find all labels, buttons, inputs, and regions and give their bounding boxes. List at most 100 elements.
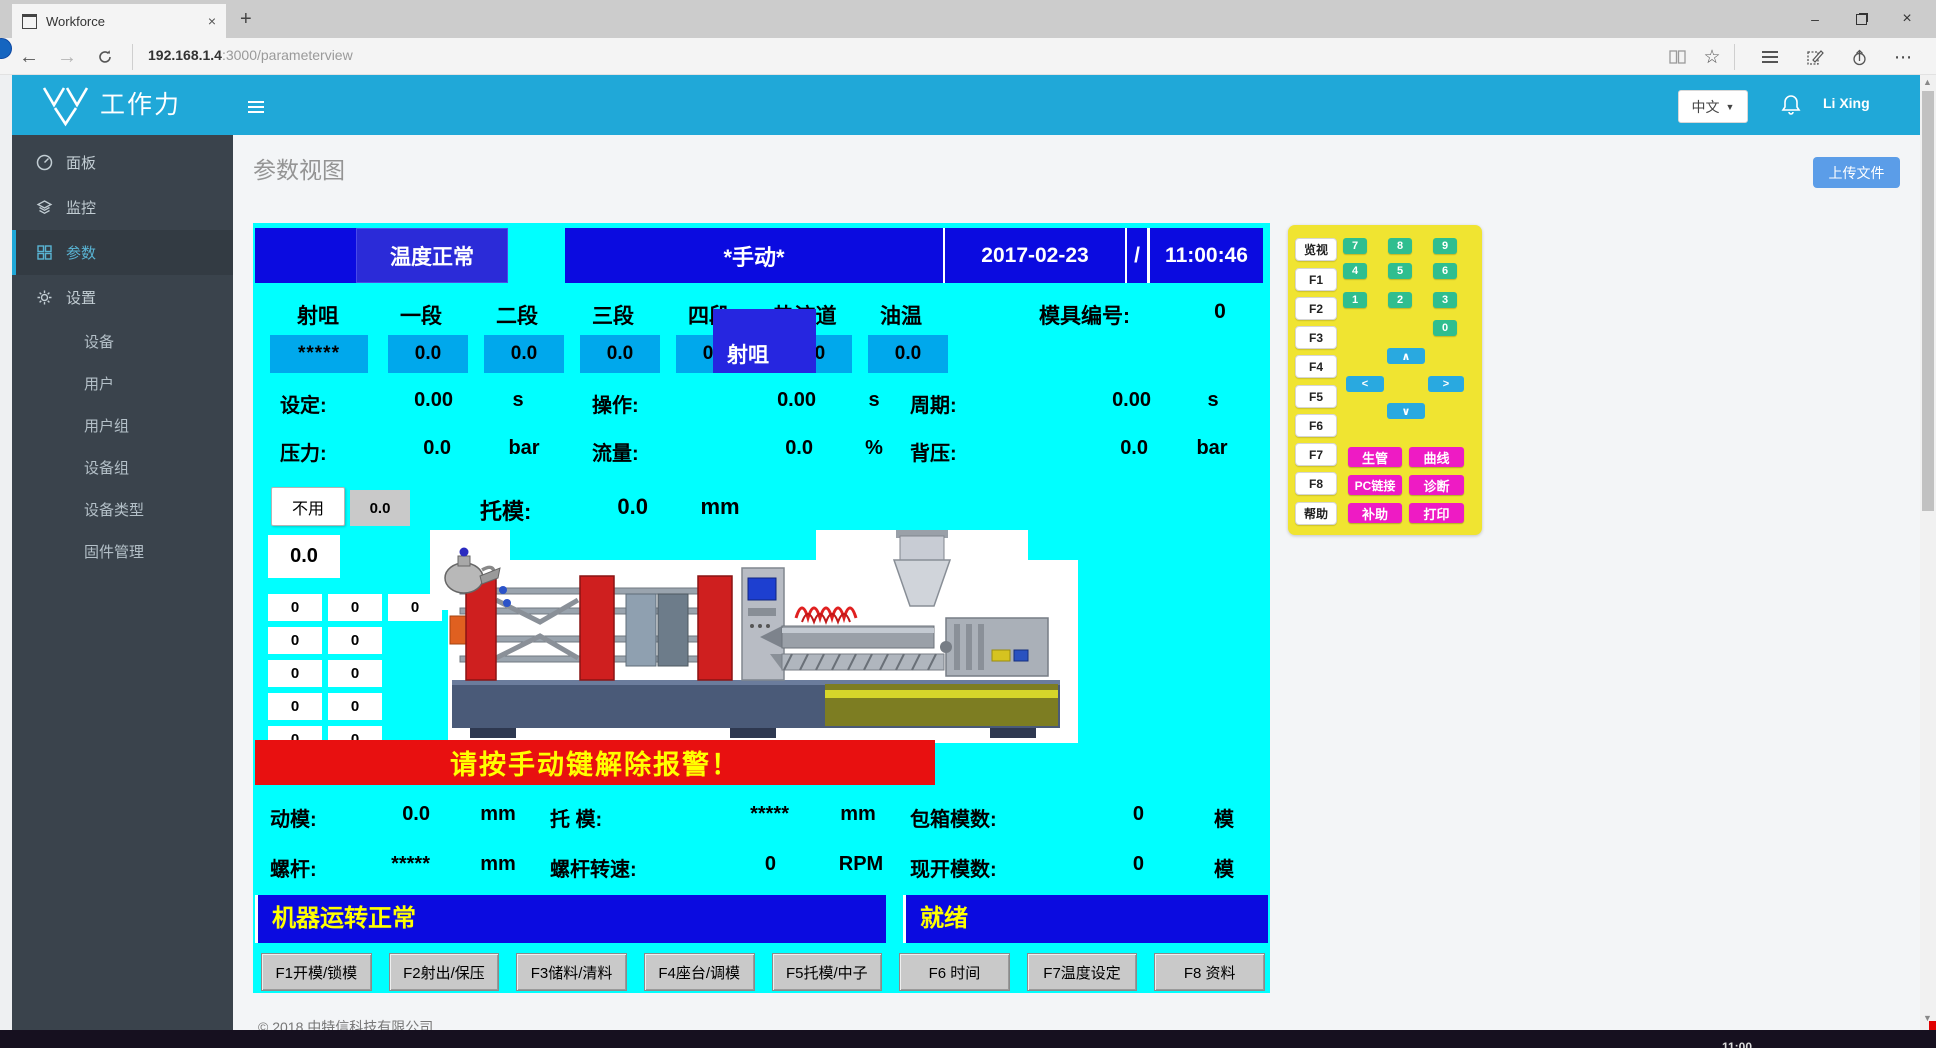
window-restore-button[interactable] <box>1838 0 1884 38</box>
keypad-f8-key[interactable]: F8 <box>1295 472 1337 495</box>
sidebar-item-users[interactable]: 用户 <box>12 362 233 404</box>
numpad-8-key[interactable]: 8 <box>1388 238 1412 254</box>
grid-cell[interactable]: 0 <box>328 594 382 621</box>
temp-value-cell[interactable]: 0.0 <box>868 335 948 373</box>
arrow-down-key[interactable]: ∨ <box>1387 403 1425 419</box>
diagnosis-key[interactable]: 诊断 <box>1409 475 1464 495</box>
ejector2-unit: mm <box>823 803 893 826</box>
sidebar-item-dashboard[interactable]: 面板 <box>12 140 233 185</box>
keypad-f5-key[interactable]: F5 <box>1295 385 1337 408</box>
screen: Workforce × + – × ← → 192.168.1.4:3000/p… <box>0 0 1936 1048</box>
arrow-right-key[interactable]: > <box>1428 376 1464 392</box>
print-key[interactable]: 打印 <box>1409 503 1464 523</box>
keypad-help-key[interactable]: 帮助 <box>1295 502 1337 525</box>
value-cell-large[interactable]: 0.0 <box>268 535 340 578</box>
fkey-f4-button[interactable]: F4座台/调模 <box>644 953 755 991</box>
tab-close-icon[interactable]: × <box>208 13 216 29</box>
temp-value-cell[interactable]: 0.0 <box>388 335 468 373</box>
fkey-f7-button[interactable]: F7温度设定 <box>1027 953 1138 991</box>
cell-value: 0 <box>351 665 359 682</box>
arrow-up-key[interactable]: ∧ <box>1387 348 1425 364</box>
numpad-3-key[interactable]: 3 <box>1433 292 1457 308</box>
forward-button-icon[interactable]: → <box>52 42 82 72</box>
keypad-f3-key[interactable]: F3 <box>1295 326 1337 349</box>
chevron-left-icon: < <box>1362 378 1368 390</box>
numpad-5-key[interactable]: 5 <box>1388 263 1412 279</box>
numpad-0-key[interactable]: 0 <box>1433 320 1457 336</box>
grid-cell[interactable]: 0 <box>388 594 442 621</box>
pressure-unit: bar <box>493 437 555 460</box>
scrollbar-up-icon[interactable]: ▲ <box>1923 77 1932 87</box>
grid-cell[interactable]: 0 <box>328 693 382 720</box>
share-icon[interactable] <box>1844 42 1874 72</box>
sidebar-item-settings[interactable]: 设置 <box>12 275 233 320</box>
numpad-9-key[interactable]: 9 <box>1433 238 1457 254</box>
window-minimize-button[interactable]: – <box>1792 0 1838 38</box>
sidebar-item-parameters[interactable]: 参数 <box>12 230 237 275</box>
keypad-f4-key[interactable]: F4 <box>1295 355 1337 378</box>
new-tab-button[interactable]: + <box>240 8 252 31</box>
sidebar-item-user-groups[interactable]: 用户组 <box>12 404 233 446</box>
numpad-4-key[interactable]: 4 <box>1343 263 1367 279</box>
keypad-f7-key[interactable]: F7 <box>1295 443 1337 466</box>
temperature-status[interactable]: 温度正常 <box>356 228 508 283</box>
back-button-icon[interactable]: ← <box>14 42 44 72</box>
pc-link-key[interactable]: PC链接 <box>1348 475 1402 495</box>
fkey-f1-button[interactable]: F1开模/锁模 <box>261 953 372 991</box>
refresh-button-icon[interactable] <box>90 42 120 72</box>
fkey-f5-button[interactable]: F5托模/中子 <box>772 953 883 991</box>
temp-value-cell[interactable]: 0.0 <box>484 335 564 373</box>
language-dropdown[interactable]: 中文▼ <box>1678 90 1748 123</box>
numpad-1-key[interactable]: 1 <box>1343 292 1367 308</box>
box-count-unit: 模 <box>1189 803 1259 832</box>
grid-cell[interactable]: 0 <box>328 660 382 687</box>
subsidy-key[interactable]: 补助 <box>1348 503 1402 523</box>
box-count-value: 0 <box>1053 803 1144 826</box>
taskbar[interactable]: 11:00 <box>0 1030 1936 1048</box>
numpad-2-key[interactable]: 2 <box>1388 292 1412 308</box>
arrow-left-key[interactable]: < <box>1346 376 1384 392</box>
grid-cell[interactable]: 0 <box>268 693 322 720</box>
temp-value-cell[interactable]: 0.0 <box>580 335 660 373</box>
sidebar-item-device-types[interactable]: 设备类型 <box>12 488 233 530</box>
production-key[interactable]: 生管 <box>1348 447 1402 467</box>
fkey-f6-button[interactable]: F6 时间 <box>899 953 1010 991</box>
sidebar-item-devices[interactable]: 设备 <box>12 320 233 362</box>
upload-file-button[interactable]: 上传文件 <box>1813 157 1900 188</box>
hub-icon[interactable] <box>1755 42 1785 72</box>
grid-cell[interactable]: 0 <box>268 627 322 654</box>
scrollbar-thumb[interactable] <box>1922 91 1934 511</box>
window-close-button[interactable]: × <box>1884 0 1930 38</box>
url-text[interactable]: 192.168.1.4:3000/parameterview <box>148 47 353 63</box>
not-used-value-box[interactable]: 0.0 <box>350 490 410 526</box>
sidebar-item-device-groups[interactable]: 设备组 <box>12 446 233 488</box>
grid-cell[interactable]: 0 <box>268 594 322 621</box>
more-actions-icon[interactable]: ⋯ <box>1888 42 1918 72</box>
key-label: F4 <box>1309 360 1323 374</box>
temp-value-cell[interactable]: ***** <box>270 335 368 373</box>
browser-tab[interactable]: Workforce × <box>12 4 226 38</box>
machine-graphic <box>430 530 1078 750</box>
keypad-f2-key[interactable]: F2 <box>1295 297 1337 320</box>
reading-view-icon[interactable] <box>1662 42 1692 72</box>
keypad-f1-key[interactable]: F1 <box>1295 268 1337 291</box>
sidebar-toggle-icon[interactable] <box>248 98 264 116</box>
user-name[interactable]: Li Xing <box>1823 95 1870 111</box>
page-scrollbar[interactable]: ▲ ▼ <box>1920 75 1936 1030</box>
keypad-f6-key[interactable]: F6 <box>1295 414 1337 437</box>
fkey-f2-button[interactable]: F2射出/保压 <box>389 953 500 991</box>
fkey-f3-button[interactable]: F3储料/清料 <box>516 953 627 991</box>
numpad-7-key[interactable]: 7 <box>1343 238 1367 254</box>
sidebar-item-monitoring[interactable]: 监控 <box>12 185 233 230</box>
not-used-button[interactable]: 不用 <box>271 487 345 526</box>
notifications-bell-icon[interactable] <box>1781 94 1801 121</box>
grid-cell[interactable]: 0 <box>328 627 382 654</box>
keypad-overview-key[interactable]: 览视 <box>1295 238 1337 261</box>
favorites-star-icon[interactable]: ☆ <box>1697 42 1727 72</box>
grid-cell[interactable]: 0 <box>268 660 322 687</box>
web-note-icon[interactable] <box>1800 42 1830 72</box>
curve-key[interactable]: 曲线 <box>1409 447 1464 467</box>
sidebar-item-firmware[interactable]: 固件管理 <box>12 530 233 572</box>
numpad-6-key[interactable]: 6 <box>1433 263 1457 279</box>
fkey-f8-button[interactable]: F8 资料 <box>1154 953 1265 991</box>
